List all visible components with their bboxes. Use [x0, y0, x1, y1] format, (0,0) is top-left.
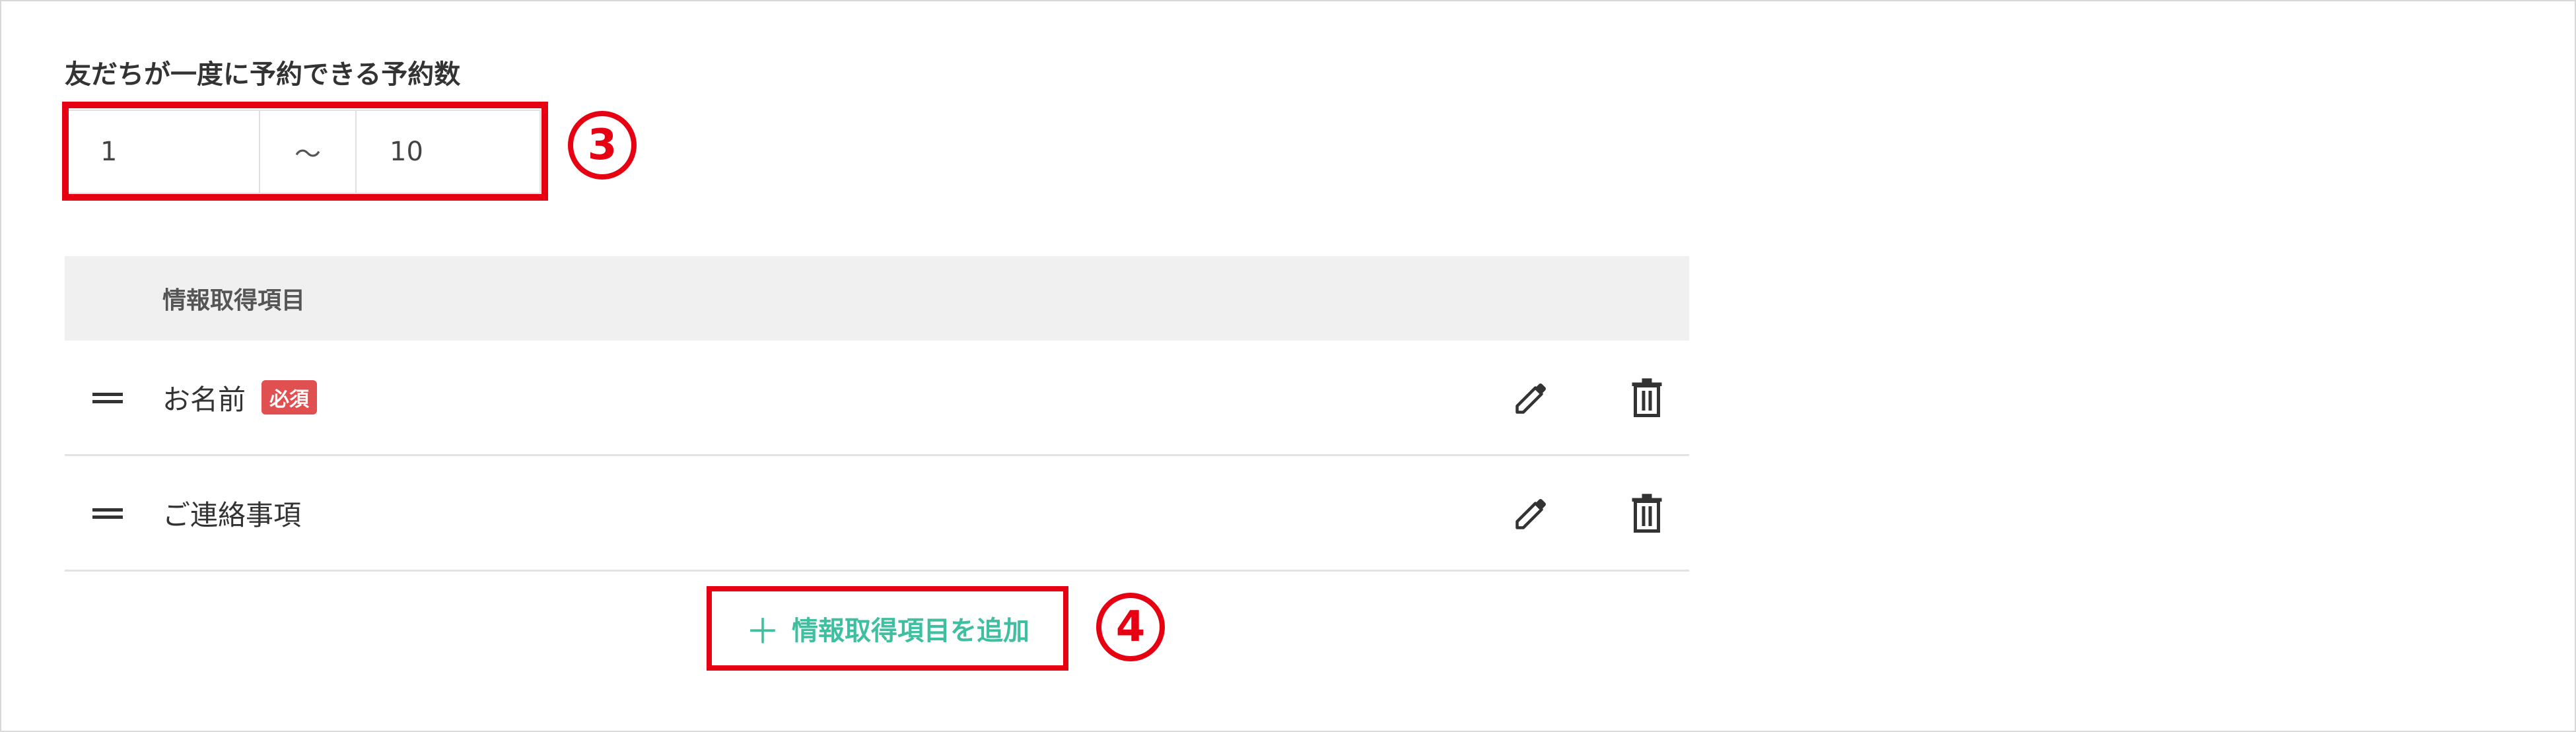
delete-trash-icon[interactable]: [1630, 378, 1664, 417]
row-label: ご連絡事項: [162, 493, 301, 533]
item-name: お名前: [162, 383, 246, 416]
booking-count-label: 友だちが一度に予約できる予約数: [65, 59, 461, 90]
annotation-mark-4: 4: [1096, 593, 1165, 661]
drag-handle-icon[interactable]: [92, 508, 123, 519]
edit-pencil-icon[interactable]: [1512, 493, 1552, 533]
table-header: 情報取得項目: [65, 256, 1689, 341]
highlight-box-4: [707, 586, 1068, 671]
annotation-mark-3: 3: [568, 111, 637, 180]
edit-pencil-icon[interactable]: [1512, 378, 1552, 417]
page-frame: 友だちが一度に予約できる予約数 1 〜 10 3 情報取得項目 お名前 必須 ご…: [0, 0, 2576, 732]
drag-handle-icon[interactable]: [92, 393, 123, 403]
table-row: お名前 必須: [65, 341, 1689, 456]
info-items-table: 情報取得項目 お名前 必須 ご連絡事項: [65, 256, 1689, 572]
highlight-box-3: [62, 102, 548, 201]
required-badge: 必須: [261, 380, 318, 415]
delete-trash-icon[interactable]: [1630, 493, 1664, 533]
column-header-info-item: 情報取得項目: [162, 287, 306, 314]
row-label: お名前 必須: [162, 378, 318, 418]
item-name: ご連絡事項: [162, 498, 302, 531]
table-row: ご連絡事項: [65, 456, 1689, 572]
